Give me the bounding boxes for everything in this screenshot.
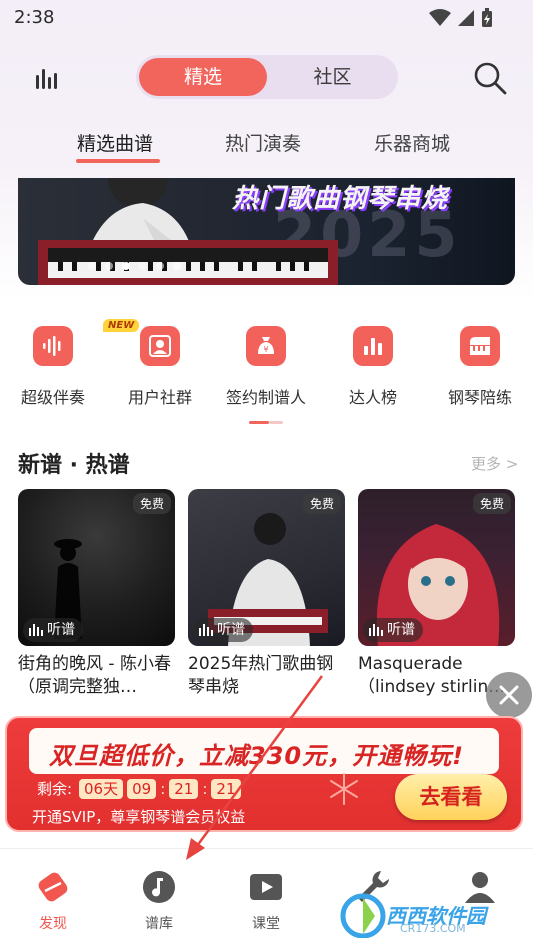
status-time: 2:38 xyxy=(14,7,55,28)
music-note-icon xyxy=(143,871,175,903)
audio-bars-icon xyxy=(199,624,213,636)
score-card[interactable]: 免费 听谱 2025年热门歌曲钢琴串烧 xyxy=(188,489,345,699)
feature-user-groups[interactable]: 用户社群 xyxy=(107,326,213,408)
tab-featured-scores[interactable]: 精选曲谱 xyxy=(77,129,153,156)
countdown-days: 06天 xyxy=(79,779,124,799)
feature-shortcuts: NEW 超级伴奏 用户社群 ¥ 签约制谱人 达人榜 钢琴陪练 xyxy=(0,319,533,416)
bar-chart-icon xyxy=(353,326,393,366)
free-badge: 免费 xyxy=(132,493,171,514)
segment-community[interactable]: 社区 xyxy=(270,58,395,96)
waveform-icon: NEW xyxy=(33,319,140,366)
nav-library[interactable]: 谱库 xyxy=(119,869,199,933)
banner-carousel[interactable]: 2025 热门歌曲钢琴串烧 xyxy=(18,178,515,285)
carousel-dot[interactable] xyxy=(156,262,164,270)
score-card[interactable]: 免费 听谱 街角的晚风 - 陈小春（原调完整独… xyxy=(18,489,175,699)
feature-page-indicator xyxy=(249,421,269,424)
feature-ranking[interactable]: 达人榜 xyxy=(320,326,426,408)
segment-switch: 精选 社区 xyxy=(136,55,398,99)
feature-super-accompaniment[interactable]: NEW 超级伴奏 xyxy=(0,319,140,408)
listen-button[interactable]: 听谱 xyxy=(363,618,423,642)
carousel-dot[interactable] xyxy=(173,262,181,270)
feature-label: 签约制谱人 xyxy=(225,388,306,407)
battery-icon xyxy=(482,8,492,27)
nav-discover[interactable]: 发现 xyxy=(13,869,93,933)
nav-classroom[interactable]: 课堂 xyxy=(226,869,306,933)
carousel-dots xyxy=(88,262,181,270)
feature-label: 钢琴陪练 xyxy=(447,388,512,407)
feature-label: 用户社群 xyxy=(127,388,192,407)
listen-label: 听谱 xyxy=(217,622,245,638)
tab-hot-performances[interactable]: 热门演奏 xyxy=(225,129,301,156)
nav-label: 发现 xyxy=(39,916,67,932)
watermark-subtext: CR173.COM xyxy=(400,922,466,935)
status-bar: 2:38 xyxy=(0,0,533,36)
score-card[interactable]: 免费 听谱 Masquerade（lindsey stirlin… xyxy=(358,489,515,699)
close-promo-button[interactable] xyxy=(486,672,532,718)
status-icons xyxy=(429,8,493,28)
banner-keyboard-image xyxy=(38,240,338,285)
countdown-separator: : xyxy=(160,780,166,798)
feature-label: 达人榜 xyxy=(348,388,397,407)
promo-countdown: 06天 09 : 21 : 21 xyxy=(79,779,241,799)
countdown-hours: 09 xyxy=(127,779,157,799)
close-icon xyxy=(499,685,519,705)
free-badge: 免费 xyxy=(302,493,341,514)
promo-title: 双旦超低价，立减330元，开通畅玩! xyxy=(49,742,465,770)
promo-remaining-label: 剩余: xyxy=(37,780,73,798)
listen-label: 听谱 xyxy=(47,622,75,638)
feature-label: 超级伴奏 xyxy=(20,388,85,407)
nav-label: 课堂 xyxy=(252,916,280,932)
carousel-dot[interactable] xyxy=(139,262,147,270)
play-video-icon xyxy=(250,874,282,900)
segment-featured[interactable]: 精选 xyxy=(139,58,267,96)
score-cover-image: 免费 听谱 xyxy=(18,489,175,646)
carousel-dot[interactable] xyxy=(88,262,96,270)
promo-banner[interactable]: 双旦超低价，立减330元，开通畅玩! 剩余: 06天 09 : 21 : 21 … xyxy=(5,716,523,832)
more-link[interactable]: 更多 > xyxy=(471,453,518,474)
score-cover-image: 免费 听谱 xyxy=(358,489,515,646)
tab-instrument-store[interactable]: 乐器商城 xyxy=(374,129,450,156)
money-bag-icon: ¥ xyxy=(246,326,286,366)
score-title: 街角的晚风 - 陈小春（原调完整独… xyxy=(18,654,171,697)
score-title: 2025年热门歌曲钢琴串烧 xyxy=(188,654,334,697)
discover-icon xyxy=(38,872,68,902)
promo-go-button[interactable]: 去看看 xyxy=(395,774,507,820)
snowflake-icon xyxy=(330,773,358,805)
listen-label: 听谱 xyxy=(387,622,415,638)
audio-bars-icon xyxy=(29,624,43,636)
piano-icon xyxy=(460,326,500,366)
score-cover-image: 免费 听谱 xyxy=(188,489,345,646)
listen-button[interactable]: 听谱 xyxy=(193,618,253,642)
signal-icon xyxy=(458,10,474,26)
wifi-icon xyxy=(429,9,451,26)
promo-description: 开通SVIP，尊享钢琴谱会员权益 xyxy=(32,808,246,826)
carousel-dot[interactable] xyxy=(105,262,113,270)
user-group-icon xyxy=(140,326,180,366)
countdown-seconds: 21 xyxy=(211,779,241,799)
section-title: 新谱 · 热谱 xyxy=(18,453,130,478)
countdown-minutes: 21 xyxy=(169,779,199,799)
tab-underline xyxy=(76,159,160,163)
free-badge: 免费 xyxy=(472,493,511,514)
feature-piano-coach[interactable]: 钢琴陪练 xyxy=(427,326,533,408)
countdown-separator: : xyxy=(202,780,208,798)
equalizer-icon[interactable] xyxy=(33,66,59,92)
listen-button[interactable]: 听谱 xyxy=(23,618,83,642)
feature-page-indicator-track xyxy=(269,421,283,424)
audio-bars-icon xyxy=(369,624,383,636)
svg-text:¥: ¥ xyxy=(263,345,268,354)
search-icon[interactable] xyxy=(472,60,508,96)
banner-title: 热门歌曲钢琴串烧 xyxy=(232,184,449,214)
feature-signed-arranger[interactable]: ¥ 签约制谱人 xyxy=(213,326,319,408)
nav-label: 谱库 xyxy=(145,916,173,932)
carousel-dot-active[interactable] xyxy=(122,262,130,270)
